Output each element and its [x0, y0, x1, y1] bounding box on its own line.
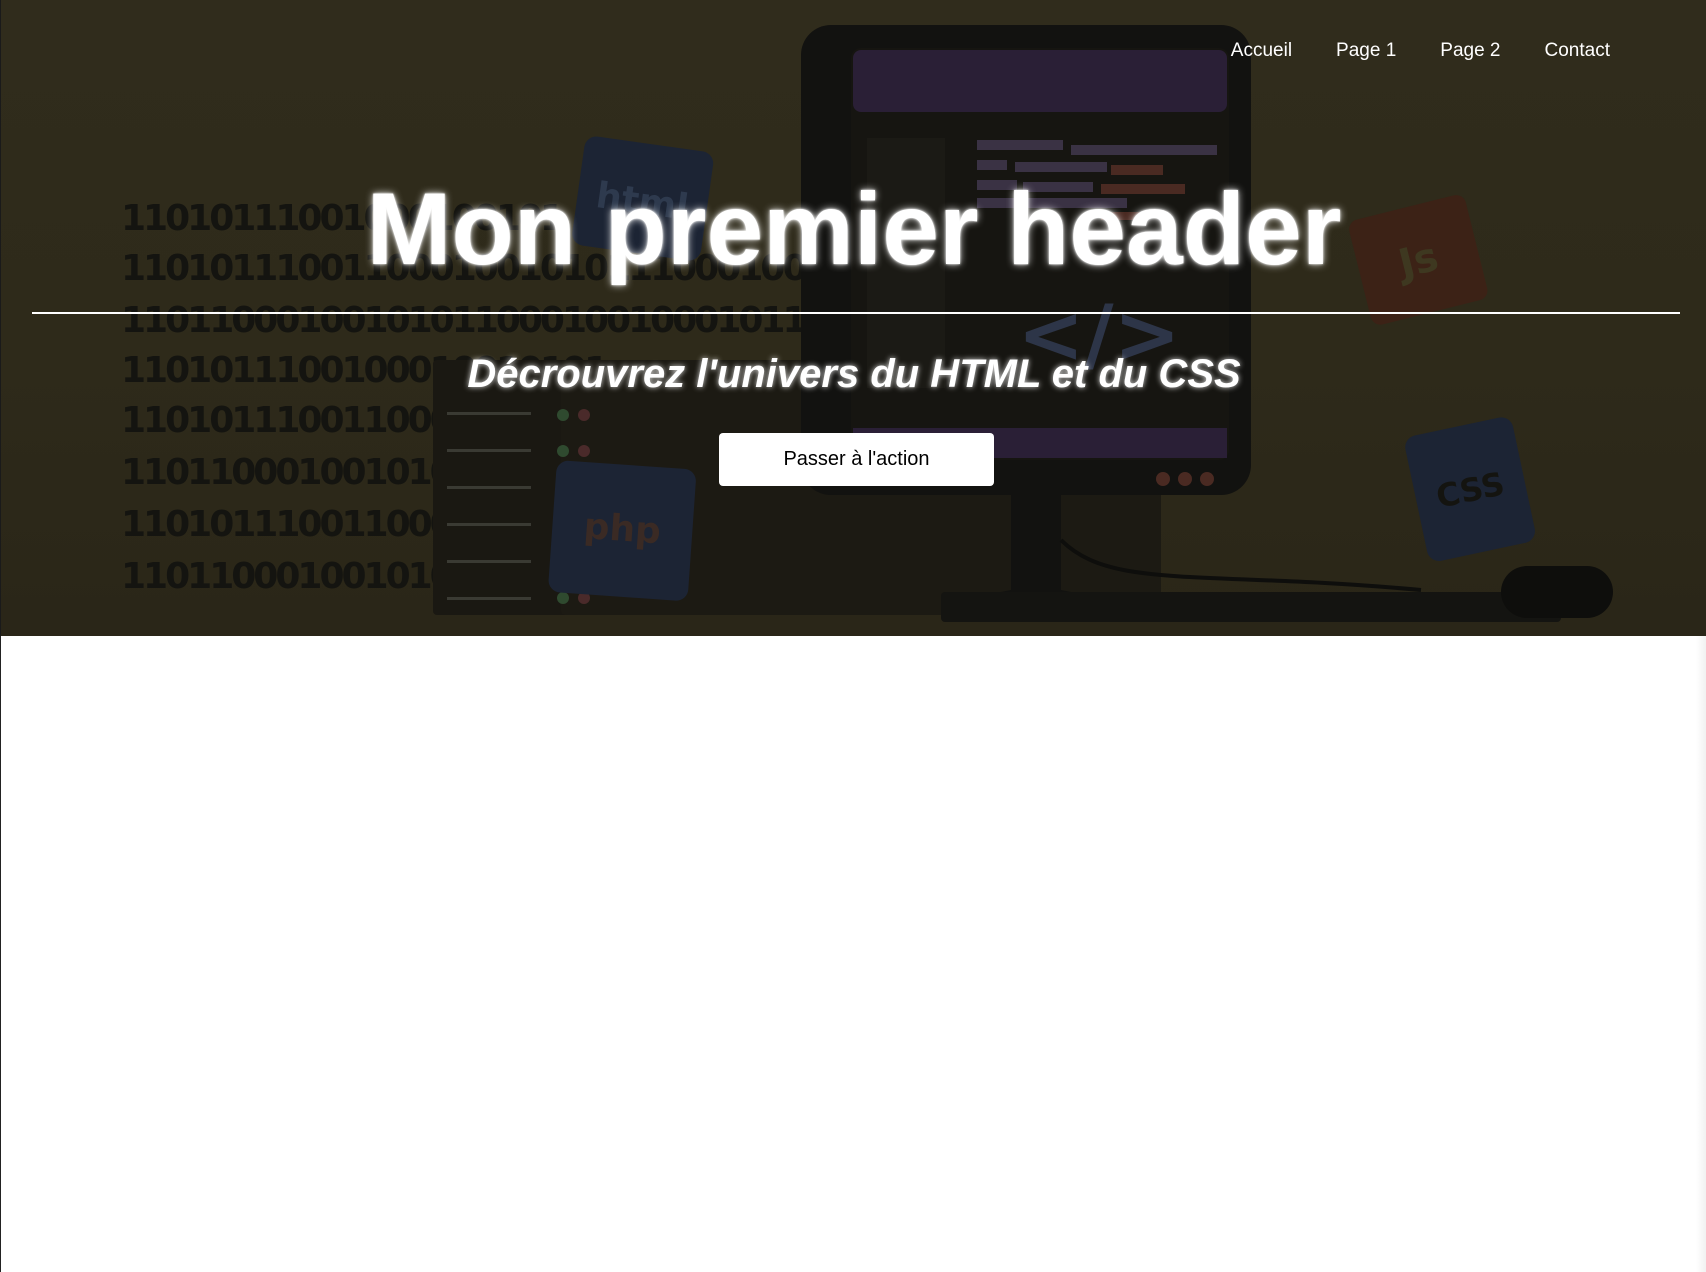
- page-subtitle: Décrouvrez l'univers du HTML et du CSS: [467, 352, 1241, 396]
- nav-link-accueil[interactable]: Accueil: [1231, 40, 1292, 62]
- nav-link-page-2[interactable]: Page 2: [1440, 40, 1500, 62]
- page-title: Mon premier header: [366, 172, 1342, 286]
- vertical-scrollbar[interactable]: [1696, 636, 1706, 1272]
- nav-link-page-1[interactable]: Page 1: [1336, 40, 1396, 62]
- nav-link-contact[interactable]: Contact: [1545, 40, 1610, 62]
- call-to-action-button[interactable]: Passer à l'action: [719, 433, 994, 486]
- hero-header: 11010111001000100101 1101011100110001001…: [0, 0, 1706, 636]
- main-navigation: Accueil Page 1 Page 2 Contact: [1231, 40, 1610, 62]
- hero-background-image: 11010111001000100101 1101011100110001001…: [121, 25, 1613, 622]
- php-tile-icon: php: [548, 460, 696, 601]
- title-divider: [32, 312, 1680, 314]
- page-left-border: [0, 636, 1, 1272]
- css-tile-icon: CSS: [1405, 417, 1535, 561]
- svg-text:php: php: [582, 506, 662, 552]
